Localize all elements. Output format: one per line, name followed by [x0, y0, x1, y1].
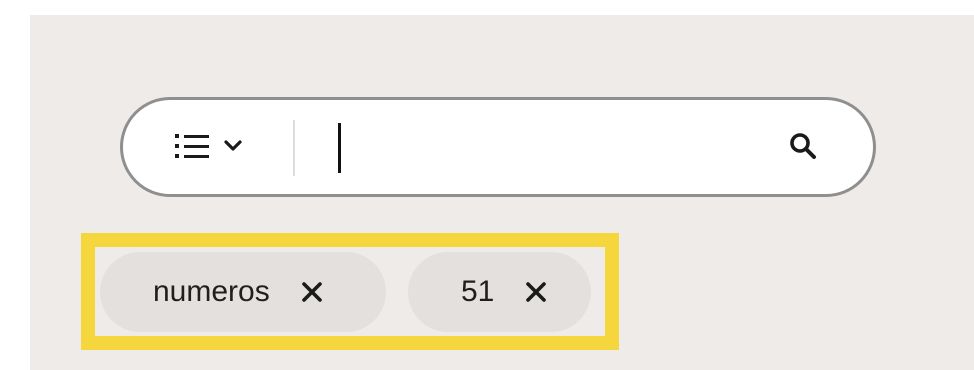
remove-filter-button[interactable] — [298, 278, 326, 306]
remove-filter-button[interactable] — [522, 278, 550, 306]
search-input[interactable] — [330, 120, 770, 176]
chevron-down-icon — [223, 139, 243, 158]
filter-chip-label: 51 — [461, 275, 495, 308]
list-icon — [173, 131, 211, 166]
search-bar — [120, 97, 876, 197]
active-filters: numeros 51 — [100, 252, 591, 332]
close-icon — [526, 282, 547, 302]
search-button[interactable] — [783, 128, 823, 168]
filter-chip: 51 — [408, 252, 591, 332]
filter-chip: numeros — [100, 252, 386, 332]
divider — [293, 120, 295, 176]
filter-chip-label: numeros — [153, 275, 270, 308]
filter-dropdown-button[interactable] — [173, 130, 243, 166]
magnifier-icon — [788, 131, 818, 166]
text-cursor — [338, 123, 341, 173]
close-icon — [301, 282, 322, 302]
